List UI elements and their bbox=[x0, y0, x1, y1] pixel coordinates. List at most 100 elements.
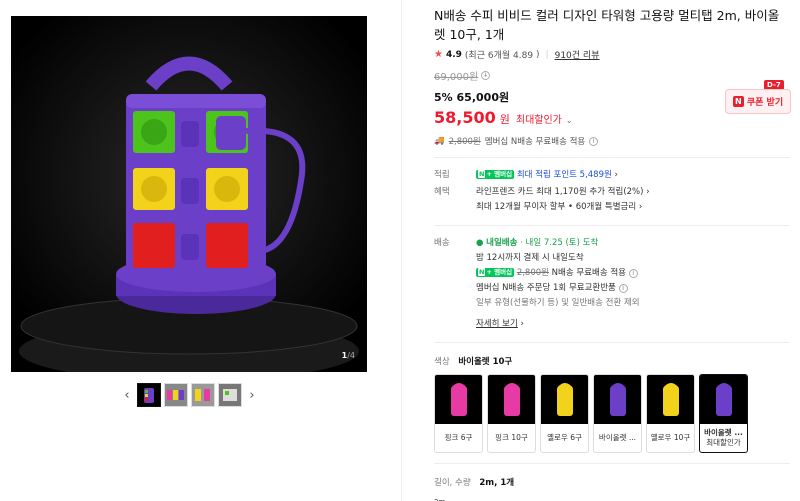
thumbnail-lineup-image bbox=[165, 384, 187, 406]
multitap-illustration bbox=[11, 16, 367, 372]
benefit-card-line[interactable]: 라인프렌즈 카드 최대 1,170원 추가 적립(2%) › bbox=[476, 185, 794, 200]
thumbnail-detail-image bbox=[219, 384, 241, 406]
section-divider bbox=[434, 157, 790, 158]
thumbnail-4[interactable] bbox=[218, 383, 242, 407]
thumb-prev-arrow-icon[interactable]: ‹ bbox=[120, 388, 134, 403]
color-option-selected: 바이올렛 10구 bbox=[458, 357, 513, 367]
info-icon[interactable]: i bbox=[628, 269, 638, 278]
thumbnail-1[interactable] bbox=[137, 383, 161, 407]
benefit-label: 혜택 bbox=[434, 187, 450, 197]
truck-icon: 🚚 bbox=[434, 136, 445, 146]
option-thumbnail-image bbox=[715, 382, 732, 416]
option-pink-10[interactable]: 핑크 10구 bbox=[487, 374, 536, 453]
npay-badge: N + 멤버십 bbox=[476, 268, 515, 277]
thumbnail-lineup-image bbox=[192, 384, 214, 406]
option-label: 핑크 10구 bbox=[495, 433, 528, 442]
section-divider bbox=[434, 225, 790, 226]
points-row: 적립 N + 멤버십 최대 적립 포인트 5,489원 › bbox=[434, 168, 794, 183]
option-thumbnail-image bbox=[450, 382, 467, 416]
points-text[interactable]: 최대 적립 포인트 5,489원 bbox=[517, 170, 612, 180]
coupon-label: 쿠폰 받기 bbox=[746, 98, 784, 108]
option-yellow-6[interactable]: 옐로우 6구 bbox=[540, 374, 589, 453]
option-label: 핑크 6구 bbox=[444, 433, 473, 442]
delivery-label: 배송 bbox=[434, 238, 450, 248]
info-icon[interactable]: i bbox=[481, 71, 491, 80]
review-count-link[interactable]: 910건 리뷰 bbox=[555, 48, 600, 61]
rating-row: ★ 4.9 (최근 6개월 4.89) | 910건 리뷰 bbox=[434, 48, 794, 61]
discount-price: 65,000원 bbox=[456, 91, 510, 104]
option-label: 바이올렛 ... bbox=[704, 428, 743, 437]
chevron-down-icon: ⌄ bbox=[565, 116, 573, 125]
length-option-selected: 2m, 1개 bbox=[479, 478, 515, 488]
image-page-indicator: 1/4 bbox=[342, 351, 355, 360]
product-info-panel: N배송 수피 비비드 컬러 디자인 타워형 고용량 멀티탭 2m, 바이올렛 1… bbox=[434, 6, 794, 501]
option-thumbnail-image bbox=[556, 382, 573, 416]
info-icon[interactable]: i bbox=[618, 284, 628, 293]
rating-detail: (최근 6개월 4.89 bbox=[464, 51, 534, 61]
option-label: 옐로우 10구 bbox=[650, 433, 691, 442]
benefit-installment-line[interactable]: 최대 12개월 무이자 할부 • 60개월 특별금리 › bbox=[476, 200, 794, 215]
thumbnail-2[interactable] bbox=[164, 383, 188, 407]
color-option-label: 색상 bbox=[434, 357, 450, 367]
rating-detail-close: ) bbox=[536, 49, 540, 60]
shipping-struck-price: 2,800원 bbox=[448, 137, 481, 147]
shipping-text: 멤버십 N배송 무료배송 적용 bbox=[484, 137, 586, 147]
discount-percent: 5% bbox=[434, 91, 453, 104]
length-option-header: 길이, 수량 2m, 1개 bbox=[434, 476, 794, 488]
naver-n-icon: N bbox=[732, 96, 744, 107]
section-divider bbox=[434, 463, 790, 464]
points-label: 적립 bbox=[434, 170, 450, 180]
info-icon[interactable]: i bbox=[589, 136, 599, 146]
rating-score: 4.9 bbox=[445, 49, 462, 60]
option-thumbnail-image bbox=[609, 382, 626, 416]
tomorrow-delivery-label: 내일배송 bbox=[486, 238, 518, 248]
npay-badge: N + 멤버십 bbox=[476, 170, 515, 179]
final-price-unit: 원 bbox=[499, 113, 510, 126]
benefit-card-text: 라인프렌즈 카드 최대 1,170원 추가 적립(2%) bbox=[476, 187, 644, 197]
option-violet-6[interactable]: 바이올렛 ... bbox=[593, 374, 642, 453]
shipping-row: 🚚 2,800원 멤버십 N배송 무료배송 적용 i bbox=[434, 135, 794, 147]
product-main-image[interactable]: 1/4 bbox=[11, 16, 367, 372]
length-option-label: 길이, 수량 bbox=[434, 478, 471, 488]
chevron-right-icon: › bbox=[614, 170, 618, 180]
option-label: 바이올렛 ... bbox=[598, 433, 637, 442]
benefit-installment-text: 최대 12개월 무이자 할부 • 60개월 특별금리 bbox=[476, 202, 637, 212]
product-title: N배송 수피 비비드 컬러 디자인 타워형 고용량 멀티탭 2m, 바이올렛 1… bbox=[434, 8, 780, 42]
color-option-header: 색상 바이올렛 10구 bbox=[434, 355, 794, 367]
star-icon: ★ bbox=[434, 49, 443, 60]
thumbnail-strip: ‹ › bbox=[120, 381, 270, 409]
option-label-block: 바이올렛 ... 최대할인가 bbox=[700, 424, 747, 452]
thumbnail-tower-image bbox=[144, 388, 154, 403]
option-thumbnail-image bbox=[503, 382, 520, 416]
product-page: 1/4 ‹ › N배송 수피 비비드 컬러 디자인 타워형 고용량 멀티탭 2m… bbox=[0, 0, 800, 501]
thumbnail-3[interactable] bbox=[191, 383, 215, 407]
section-divider bbox=[434, 342, 790, 343]
original-price-row: 69,000원 i bbox=[434, 68, 794, 83]
arrival-date: 내일 7.25 (토) 도착 bbox=[525, 238, 599, 248]
rating-separator: | bbox=[545, 49, 549, 60]
thumb-next-arrow-icon[interactable]: › bbox=[245, 388, 259, 403]
final-price-label: 최대할인가 bbox=[515, 115, 562, 126]
chevron-right-icon: › bbox=[520, 319, 524, 329]
delivery-note: 일부 유형(선물하기 등) 및 일반배송 전환 제외 bbox=[476, 298, 640, 308]
exchange-text: 멤버십 N배송 주문당 1회 무료교환반품 bbox=[476, 283, 616, 293]
delivery-cutoff: 밤 12시까지 결제 시 내일도착 bbox=[476, 253, 584, 263]
option-sublabel: 최대할인가 bbox=[706, 438, 741, 447]
coupon-button[interactable]: N 쿠폰 받기 bbox=[725, 89, 791, 114]
color-option-list: 핑크 6구 핑크 10구 옐로우 6구 바이올렛 ... 옐로우 10구 바이올… bbox=[434, 374, 794, 453]
delivery-more-link[interactable]: 자세히 보기 bbox=[476, 319, 518, 329]
delivery-row: 배송 ● 내일배송 · 내일 7.25 (토) 도착 밤 12시까지 결제 시 … bbox=[434, 236, 794, 332]
original-price: 69,000원 bbox=[434, 72, 479, 83]
panel-divider bbox=[401, 0, 402, 501]
chevron-right-icon: › bbox=[638, 202, 643, 212]
option-yellow-10[interactable]: 옐로우 10구 bbox=[646, 374, 695, 453]
option-violet-10-selected[interactable]: 바이올렛 ... 최대할인가 bbox=[699, 374, 748, 453]
final-price: 58,500 bbox=[434, 108, 496, 127]
benefit-row: 혜택 라인프렌즈 카드 최대 1,170원 추가 적립(2%) › 최대 12개… bbox=[434, 185, 794, 215]
option-thumbnail-image bbox=[662, 382, 679, 416]
option-pink-6[interactable]: 핑크 6구 bbox=[434, 374, 483, 453]
option-label: 옐로우 6구 bbox=[547, 433, 582, 442]
delivery-struck-price: 2,800원 bbox=[516, 268, 549, 278]
chevron-right-icon: › bbox=[646, 187, 650, 197]
page-total: /4 bbox=[347, 351, 355, 360]
